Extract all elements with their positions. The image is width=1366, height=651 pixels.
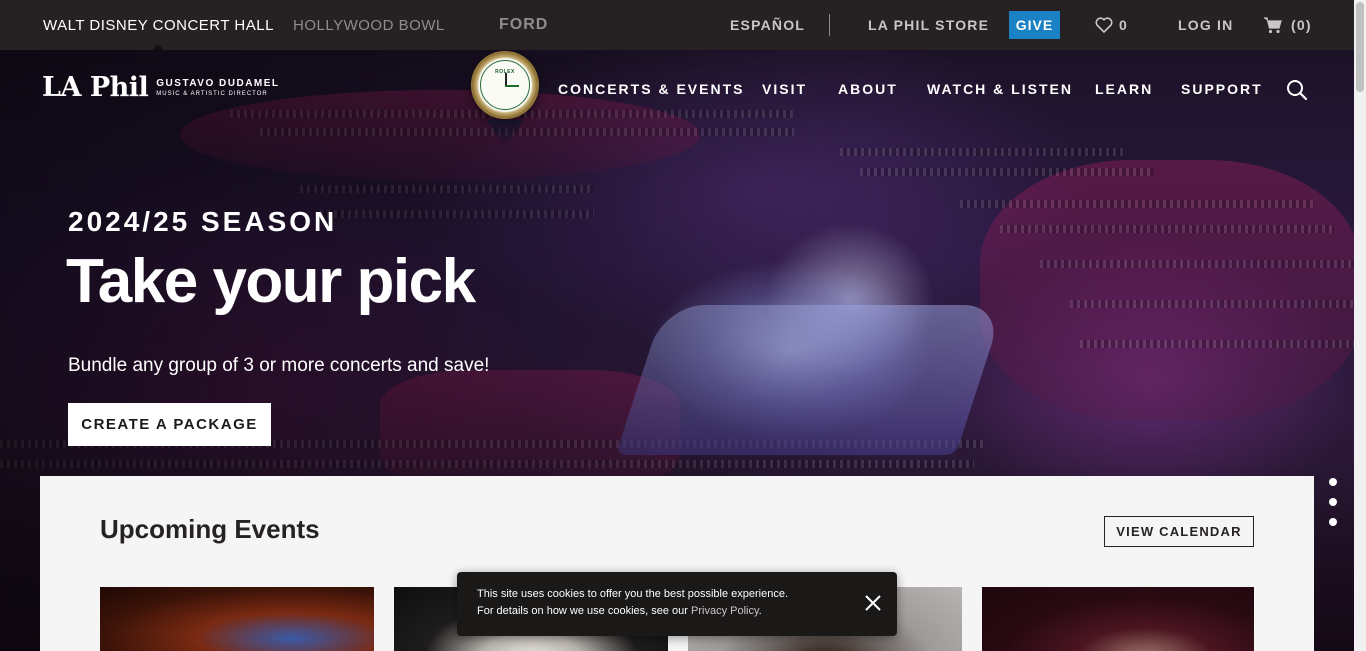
- store-link[interactable]: LA PHIL STORE: [868, 0, 989, 50]
- logo-director: GUSTAVO DUDAMEL: [156, 77, 280, 89]
- logo-wordmark: LA Phil: [42, 72, 149, 103]
- venue-hollywood-bowl[interactable]: HOLLYWOOD BOWL: [293, 0, 445, 50]
- cart-link[interactable]: (0): [1263, 0, 1312, 50]
- nav-watch-listen[interactable]: WATCH & LISTEN: [927, 77, 1073, 101]
- language-link[interactable]: ESPAÑOL: [730, 0, 805, 50]
- slide-dot-2[interactable]: [1329, 498, 1337, 506]
- slide-dot-3[interactable]: [1329, 518, 1337, 526]
- divider: [829, 14, 830, 36]
- favorites-count: 0: [1119, 17, 1128, 33]
- heart-icon: [1095, 17, 1113, 33]
- hero-subtitle: Bundle any group of 3 or more concerts a…: [68, 355, 490, 376]
- event-card-image[interactable]: [100, 587, 374, 651]
- cart-count: (0): [1291, 17, 1312, 33]
- venue-ford[interactable]: FORD: [499, 0, 548, 50]
- scrollbar-thumb[interactable]: [1356, 2, 1364, 92]
- give-button[interactable]: GIVE: [1009, 11, 1060, 39]
- clock-face: ROLEX: [480, 60, 530, 110]
- cookie-text-line2: For details on how we use cookies, see o…: [477, 605, 762, 617]
- event-card-image[interactable]: [982, 587, 1254, 651]
- nav-support[interactable]: SUPPORT: [1181, 77, 1263, 101]
- hero-headline: Take your pick: [66, 247, 476, 316]
- create-package-button[interactable]: CREATE A PACKAGE: [68, 403, 271, 446]
- top-utility-bar: WALT DISNEY CONCERT HALL HOLLYWOOD BOWL …: [0, 0, 1354, 50]
- close-icon[interactable]: [864, 594, 882, 612]
- clock-minute-hand: [505, 85, 519, 87]
- view-calendar-button[interactable]: VIEW CALENDAR: [1104, 516, 1254, 547]
- la-phil-logo[interactable]: LA Phil GUSTAVO DUDAMEL MUSIC & ARTISTIC…: [42, 72, 280, 103]
- page-scrollbar[interactable]: [1354, 0, 1366, 651]
- search-icon[interactable]: [1286, 79, 1308, 101]
- nav-visit[interactable]: VISIT: [762, 77, 807, 101]
- favorites-link[interactable]: 0: [1095, 0, 1128, 50]
- rolex-clock[interactable]: ROLEX: [471, 51, 539, 119]
- events-title: Upcoming Events: [100, 514, 320, 544]
- cart-icon: [1264, 17, 1282, 34]
- privacy-policy-link[interactable]: Privacy Policy: [691, 605, 759, 617]
- cookie-banner: This site uses cookies to offer you the …: [457, 572, 897, 636]
- nav-concerts-events[interactable]: CONCERTS & EVENTS: [558, 77, 744, 101]
- logo-director-title: MUSIC & ARTISTIC DIRECTOR: [156, 90, 268, 97]
- page: WALT DISNEY CONCERT HALL HOLLYWOOD BOWL …: [0, 0, 1366, 651]
- slide-dot-1[interactable]: [1329, 478, 1337, 486]
- nav-learn[interactable]: LEARN: [1095, 77, 1153, 101]
- nav-about[interactable]: ABOUT: [838, 77, 898, 101]
- cookie-text-line1: This site uses cookies to offer you the …: [477, 588, 789, 600]
- login-link[interactable]: LOG IN: [1178, 0, 1233, 50]
- venue-walt-disney-concert-hall[interactable]: WALT DISNEY CONCERT HALL: [43, 0, 274, 50]
- hero-season: 2024/25 SEASON: [68, 206, 338, 237]
